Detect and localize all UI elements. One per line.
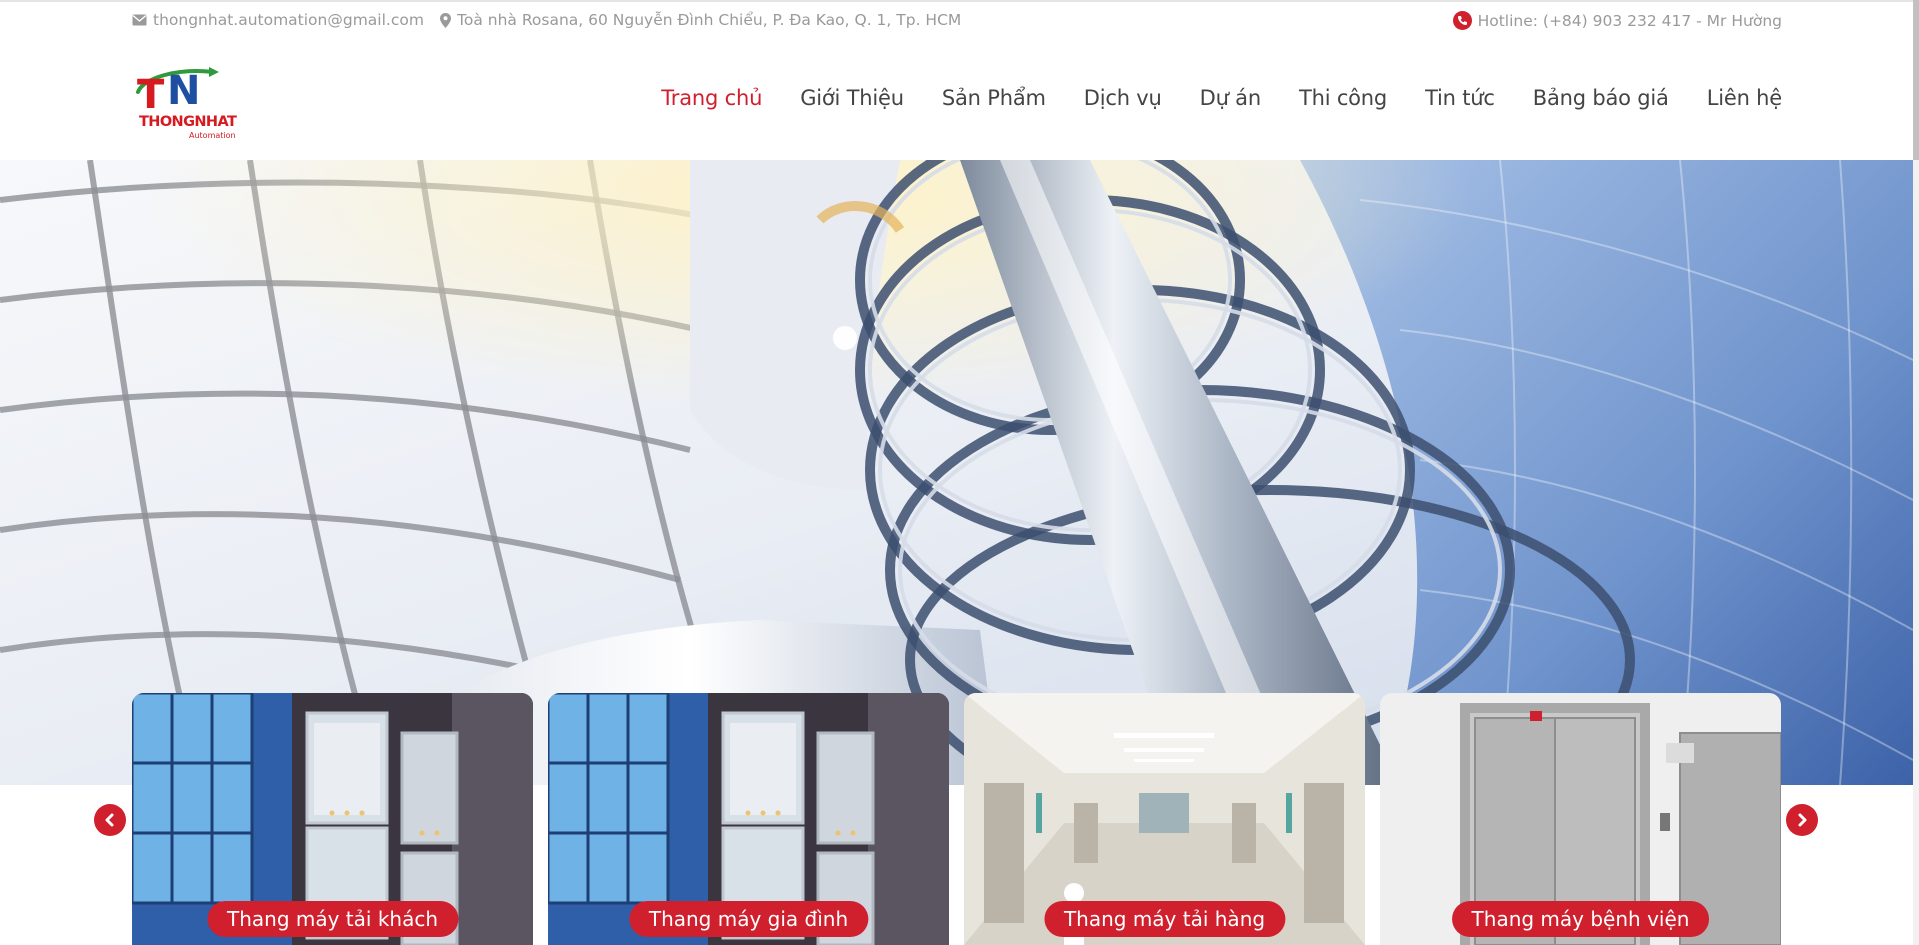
topbar-address-text: Toà nhà Rosana, 60 Nguyễn Đình Chiểu, P.… (457, 11, 962, 29)
nav-item-tin-tuc[interactable]: Tin tức (1425, 86, 1495, 110)
nav-item-trang-chu[interactable]: Trang chủ (661, 86, 762, 110)
nav-item-lien-he[interactable]: Liên hệ (1707, 86, 1782, 110)
svg-text:T: T (137, 72, 165, 118)
page-scrollbar[interactable] (1913, 0, 1919, 945)
carousel-prev-button[interactable] (94, 804, 126, 836)
product-card-tai-khach[interactable]: Thang máy tải khách (132, 693, 533, 945)
product-card-label: Thang máy tải khách (206, 901, 459, 937)
nav-item-thi-cong[interactable]: Thi công (1299, 86, 1387, 110)
site-header: T N THONGNHAT Automation Trang chủ Giới … (0, 40, 1919, 160)
product-card-benh-vien[interactable]: Thang máy bệnh viện (1380, 693, 1781, 945)
topbar-email[interactable]: thongnhat.automation@gmail.com (132, 11, 424, 29)
map-pin-icon (440, 12, 451, 28)
product-card-gia-dinh[interactable]: Thang máy gia đình (548, 693, 949, 945)
main-nav: Trang chủ Giới Thiệu Sản Phẩm Dịch vụ Dự… (661, 86, 1782, 110)
product-card-label: Thang máy gia đình (628, 901, 869, 937)
nav-item-du-an[interactable]: Dự án (1200, 86, 1262, 110)
topbar-hotline[interactable]: Hotline: (+84) 903 232 417 - Mr Hường (1452, 11, 1782, 30)
logo-mark: T N (136, 67, 219, 118)
nav-item-gioi-thieu[interactable]: Giới Thiệu (800, 86, 904, 110)
phone-icon (1452, 11, 1472, 30)
topbar-email-text: thongnhat.automation@gmail.com (153, 11, 424, 29)
topbar-address: Toà nhà Rosana, 60 Nguyễn Đình Chiểu, P.… (440, 11, 961, 29)
carousel-next-button[interactable] (1786, 804, 1818, 836)
svg-text:N: N (167, 68, 200, 114)
product-card-label: Thang máy tải hàng (1043, 901, 1286, 937)
hero-slider[interactable] (0, 160, 1913, 785)
envelope-icon (132, 14, 147, 26)
chevron-left-icon (105, 813, 114, 827)
site-logo[interactable]: T N THONGNHAT Automation (135, 58, 245, 163)
scrollbar-thumb[interactable] (1913, 0, 1919, 160)
chevron-right-icon (1798, 813, 1807, 827)
hero-image (0, 160, 1913, 785)
logo-tagline: Automation (189, 131, 236, 140)
nav-item-san-pham[interactable]: Sản Phẩm (942, 86, 1046, 110)
top-info-bar: thongnhat.automation@gmail.com Toà nhà R… (0, 0, 1919, 40)
product-card-tai-hang[interactable]: Thang máy tải hàng (964, 693, 1365, 945)
nav-item-dich-vu[interactable]: Dịch vụ (1084, 86, 1162, 110)
nav-item-bang-bao-gia[interactable]: Bảng báo giá (1533, 86, 1669, 110)
product-card-label: Thang máy bệnh viện (1451, 901, 1710, 937)
logo-wordmark: THONGNHAT (139, 114, 237, 130)
topbar-hotline-text: Hotline: (+84) 903 232 417 - Mr Hường (1477, 11, 1782, 30)
